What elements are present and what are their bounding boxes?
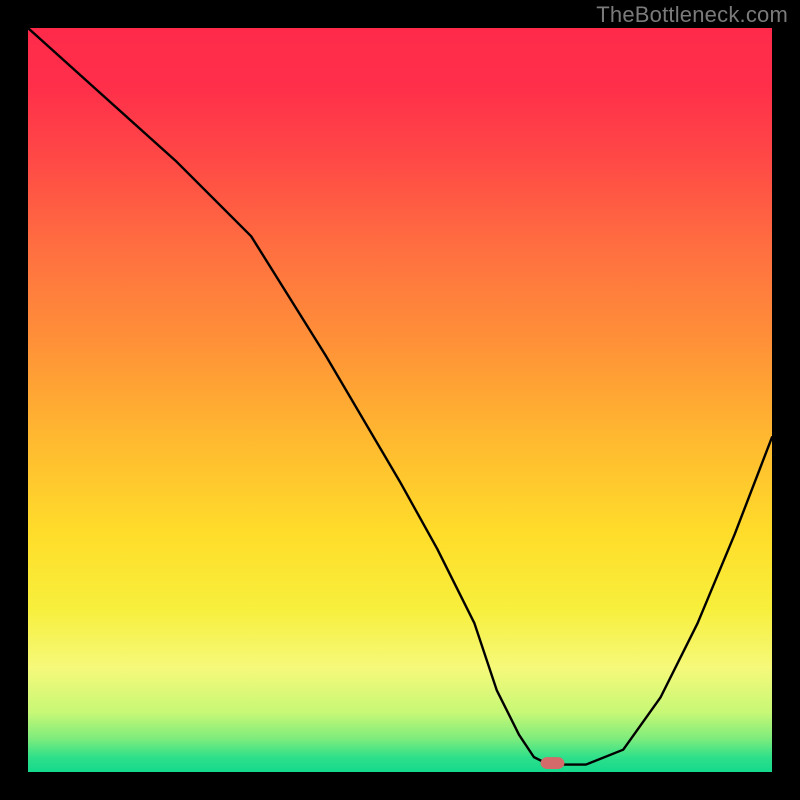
watermark-text: TheBottleneck.com bbox=[596, 2, 788, 28]
optimum-marker bbox=[541, 757, 565, 769]
chart-svg bbox=[28, 28, 772, 772]
gradient-rect bbox=[28, 28, 772, 772]
chart-frame: TheBottleneck.com bbox=[0, 0, 800, 800]
plot-area bbox=[28, 28, 772, 772]
